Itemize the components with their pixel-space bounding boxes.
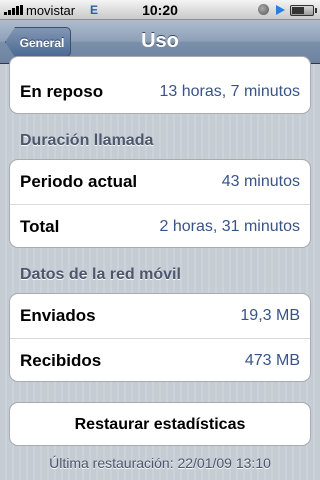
status-bar: movistar E 10:20	[0, 0, 320, 20]
call-duration-header: Duración llamada	[20, 132, 154, 149]
received-value: 473 MB	[244, 352, 300, 369]
mobile-data-group: Enviados 19,3 MB Recibidos 473 MB	[9, 293, 311, 382]
rotation-lock-icon	[258, 4, 269, 15]
standby-group: En reposo 13 horas, 7 minutos	[9, 56, 311, 114]
current-period-row: Periodo actual 43 minutos	[10, 160, 310, 204]
battery-icon	[290, 5, 317, 16]
last-reset-text: Última restauración: 22/01/09 13:10	[49, 455, 271, 471]
received-label: Recibidos	[20, 351, 102, 370]
page-title: Uso	[141, 30, 179, 52]
received-row: Recibidos 473 MB	[10, 338, 310, 381]
mobile-data-header: Datos de la red móvil	[20, 266, 181, 283]
total-row: Total 2 horas, 31 minutos	[10, 204, 310, 247]
current-period-value: 43 minutos	[221, 173, 300, 190]
status-time: 10:20	[142, 2, 178, 18]
sent-row: Enviados 19,3 MB	[10, 294, 310, 338]
standby-row: En reposo 13 horas, 7 minutos	[10, 57, 310, 113]
play-icon	[276, 5, 285, 15]
reset-statistics-button[interactable]: Restaurar estadísticas	[9, 402, 311, 446]
sent-label: Enviados	[20, 306, 96, 325]
total-label: Total	[20, 217, 60, 236]
current-period-label: Periodo actual	[20, 172, 138, 191]
total-value: 2 horas, 31 minutos	[159, 218, 300, 235]
standby-label: En reposo	[20, 82, 104, 101]
standby-value: 13 horas, 7 minutos	[159, 83, 300, 100]
call-duration-group: Periodo actual 43 minutos Total 2 horas,…	[9, 159, 311, 248]
sent-value: 19,3 MB	[240, 307, 300, 324]
